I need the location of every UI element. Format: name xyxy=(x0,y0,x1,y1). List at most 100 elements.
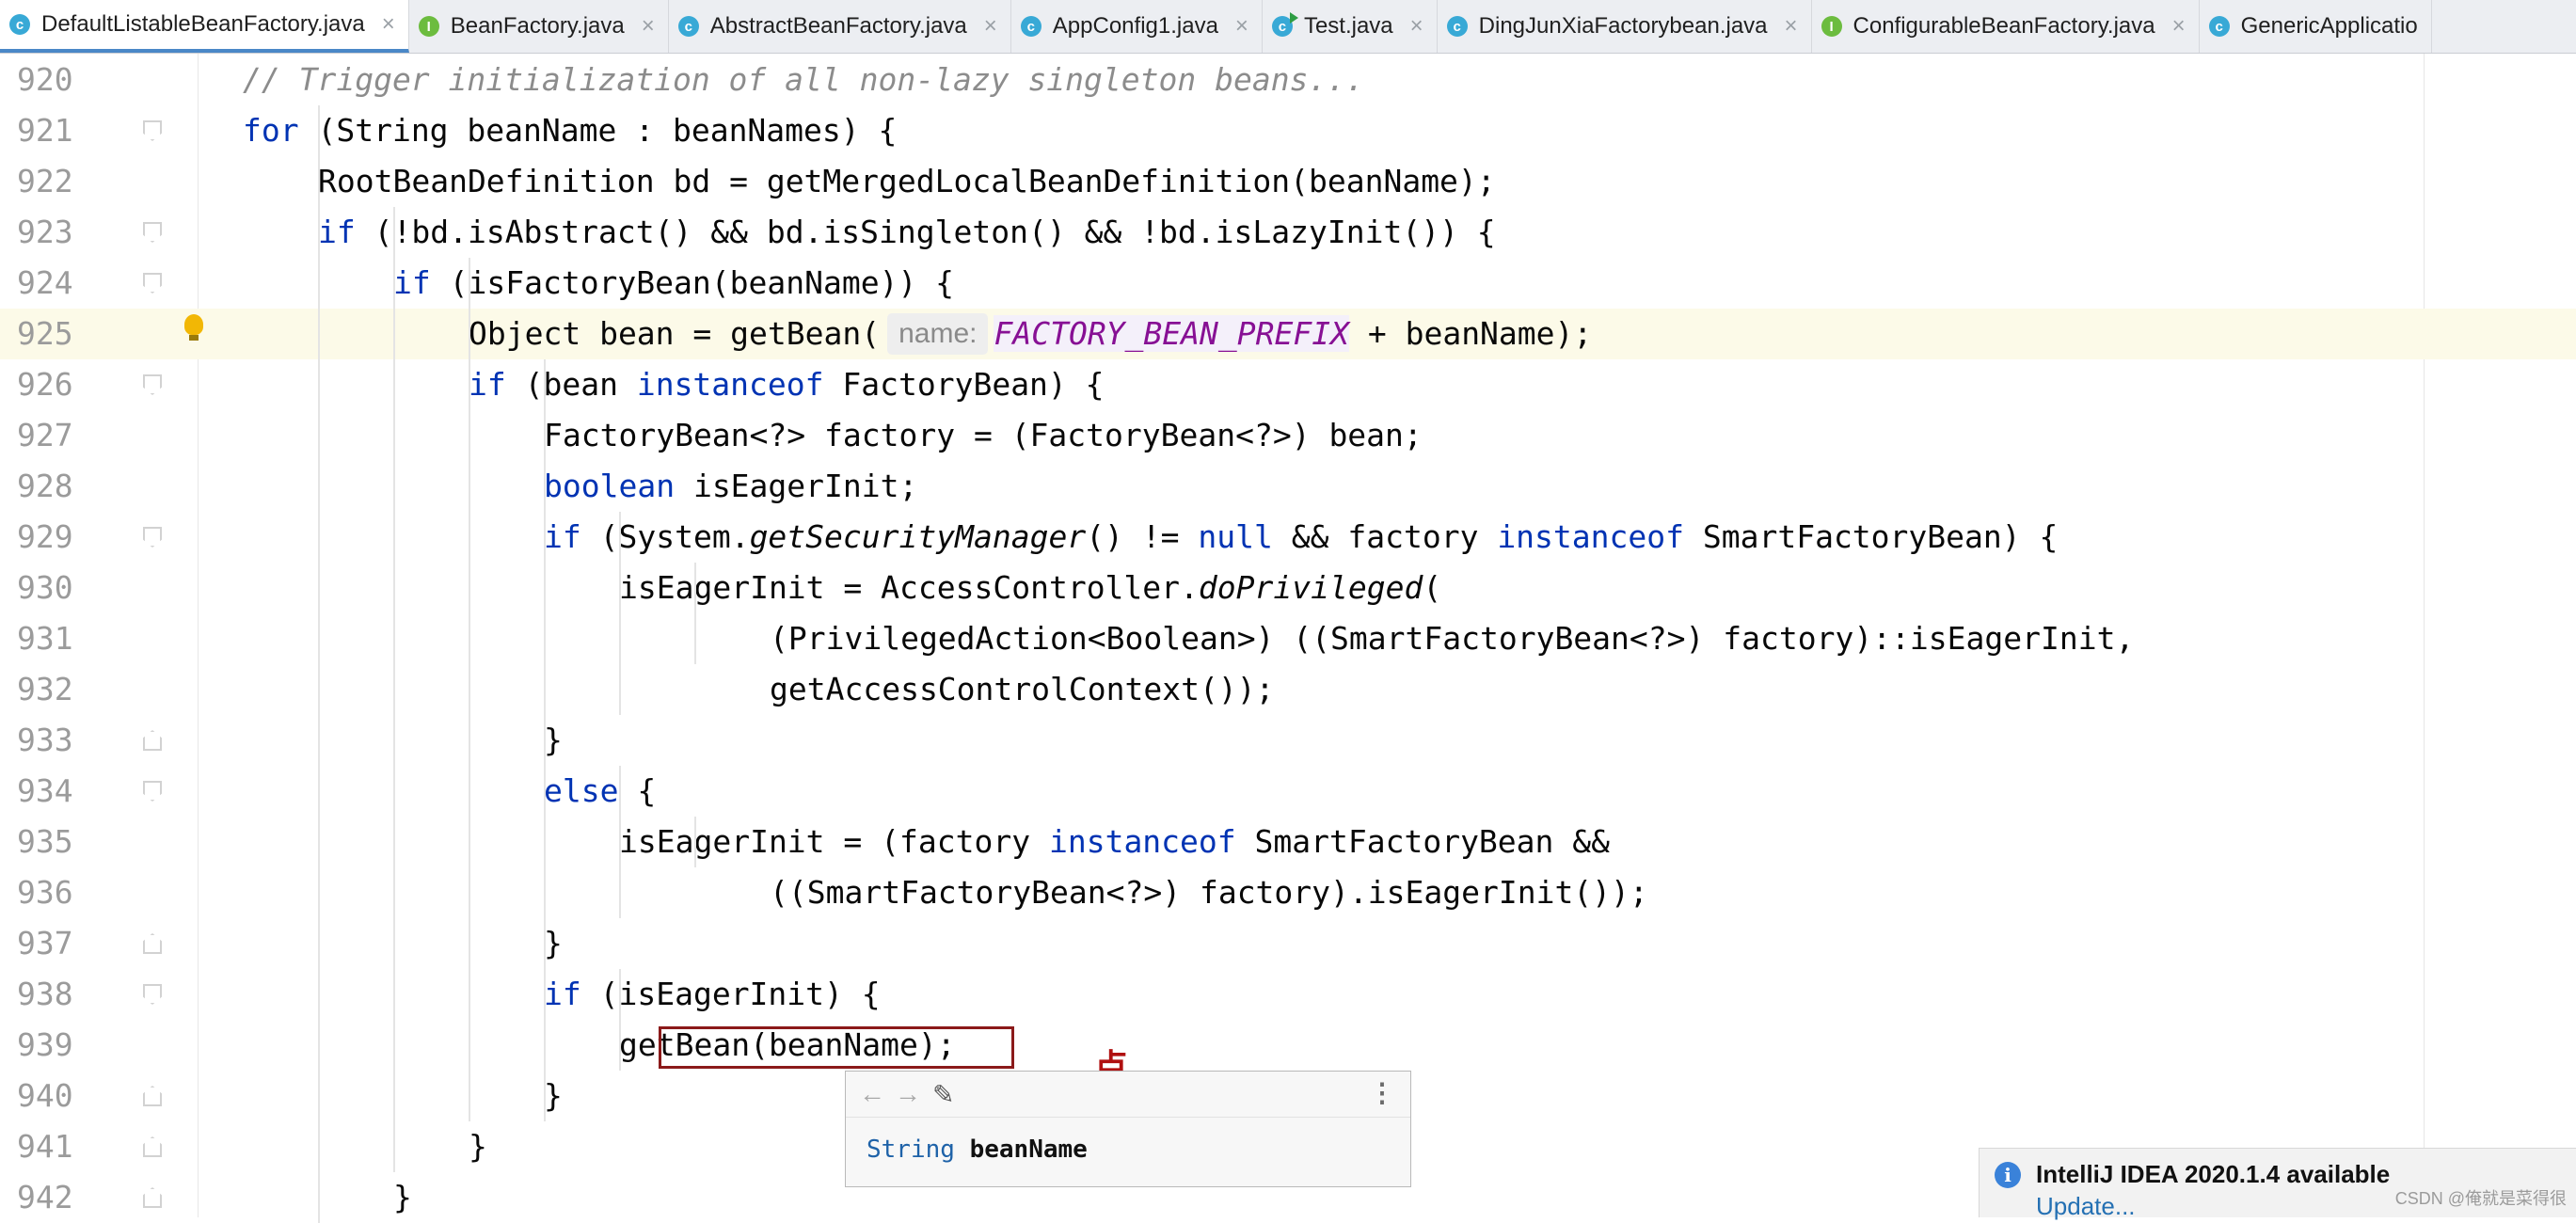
code-line[interactable]: 939 getBean(beanName); xyxy=(0,1020,2576,1071)
annotation-highlight-box xyxy=(659,1026,1014,1069)
code-line[interactable]: 932 getAccessControlContext()); xyxy=(0,664,2576,715)
tab-configurablebeanfactory-java[interactable]: ConfigurableBeanFactory.java × xyxy=(1812,0,2200,53)
fold-collapse-icon[interactable] xyxy=(143,781,162,802)
fold-collapse-icon[interactable] xyxy=(143,984,162,1005)
close-tab-icon[interactable]: × xyxy=(1235,13,1248,40)
tab-defaultlistablebeanfactory-java[interactable]: DefaultListableBeanFactory.java × xyxy=(0,0,409,53)
code-line[interactable]: 929 if (System.getSecurityManager() != nu… xyxy=(0,512,2576,563)
line-number: 941 xyxy=(17,1128,73,1165)
code-text: for (String beanName : beanNames) { xyxy=(243,105,897,156)
param-name: beanName xyxy=(969,1136,1088,1164)
indent-guide xyxy=(469,258,470,1121)
code-token: else xyxy=(544,772,619,809)
fold-collapse-icon[interactable] xyxy=(143,374,162,395)
code-token: (PrivilegedAction<Boolean>) ((SmartFacto… xyxy=(770,620,2135,657)
line-number: 927 xyxy=(17,417,73,453)
code-token: Object bean = getBean( xyxy=(469,315,881,352)
close-tab-icon[interactable]: × xyxy=(984,13,997,40)
code-text: } xyxy=(544,1071,563,1121)
close-tab-icon[interactable]: × xyxy=(642,13,655,40)
code-text: } xyxy=(544,715,563,766)
indent-guide xyxy=(318,105,320,1223)
code-token: isEagerInit = (factory xyxy=(619,823,1049,860)
fold-collapse-icon[interactable] xyxy=(143,222,162,243)
fold-collapse-icon[interactable] xyxy=(143,527,162,548)
code-line[interactable]: 937} xyxy=(0,918,2576,969)
tab-label: AppConfig1.java xyxy=(1052,13,1218,39)
code-token: } xyxy=(544,722,563,758)
code-text: ((SmartFactoryBean<?>) factory).isEagerI… xyxy=(770,867,1648,918)
code-line[interactable]: 926 if (bean instanceof FactoryBean) { xyxy=(0,359,2576,410)
line-number: 933 xyxy=(17,722,73,758)
back-arrow-icon[interactable]: ← xyxy=(859,1079,885,1109)
line-number: 923 xyxy=(17,214,73,250)
code-line[interactable]: 934 else { xyxy=(0,766,2576,817)
close-tab-icon[interactable]: × xyxy=(2172,13,2186,40)
indent-guide xyxy=(694,563,696,664)
line-number: 929 xyxy=(17,518,73,555)
tab-abstractbeanfactory-java[interactable]: AbstractBeanFactory.java × xyxy=(669,0,1011,53)
code-line[interactable]: 936 ((SmartFactoryBean<?>) factory).isEag… xyxy=(0,867,2576,918)
more-options-icon[interactable]: ⋮ xyxy=(1369,1077,1395,1108)
close-tab-icon[interactable]: × xyxy=(382,11,395,38)
code-line[interactable]: 938 if (isEagerInit) { xyxy=(0,969,2576,1020)
close-tab-icon[interactable]: × xyxy=(1785,13,1798,40)
code-line[interactable]: 931 (PrivilegedAction<Boolean>) ((SmartFa… xyxy=(0,613,2576,664)
code-text: FactoryBean<?> factory = (FactoryBean<?>… xyxy=(544,410,1423,461)
tab-beanfactory-java[interactable]: BeanFactory.java × xyxy=(409,0,669,53)
fold-end-icon[interactable] xyxy=(143,730,162,751)
code-line[interactable]: 923 if (!bd.isAbstract() && bd.isSingleto… xyxy=(0,207,2576,258)
code-text: getAccessControlContext()); xyxy=(770,664,1274,715)
tab-label: AbstractBeanFactory.java xyxy=(709,13,967,39)
code-token: () != xyxy=(1086,518,1199,555)
tab-label: DingJunXiaFactorybean.java xyxy=(1478,13,1768,39)
code-line[interactable]: 935 isEagerInit = (factory instanceof Sma… xyxy=(0,817,2576,867)
class-icon xyxy=(2208,16,2230,37)
fold-end-icon[interactable] xyxy=(143,933,162,954)
fold-end-icon[interactable] xyxy=(143,1187,162,1208)
code-text: boolean isEagerInit; xyxy=(544,461,917,512)
code-line[interactable]: 921 for (String beanName : beanNames) { xyxy=(0,105,2576,156)
edit-source-icon[interactable]: ✎ xyxy=(932,1079,954,1110)
code-text: if (!bd.isAbstract() && bd.isSingleton()… xyxy=(318,207,1496,258)
tab-test-java[interactable]: Test.java × xyxy=(1263,0,1438,53)
code-line[interactable]: 925 Object bean = getBean(name: FACTORY_BE… xyxy=(0,309,2576,359)
code-token: if xyxy=(393,264,431,301)
code-line[interactable]: 933} xyxy=(0,715,2576,766)
tab-label: Test.java xyxy=(1303,13,1393,39)
code-token: SmartFactoryBean && xyxy=(1235,823,1611,860)
code-token: (isEagerInit) { xyxy=(580,976,881,1012)
fold-end-icon[interactable] xyxy=(143,1136,162,1157)
code-line[interactable]: 920 // Trigger initialization of all non-… xyxy=(0,55,2576,105)
code-token: if xyxy=(544,976,581,1012)
code-line[interactable]: 924 if (isFactoryBean(beanName)) { xyxy=(0,258,2576,309)
tab-genericapplicatio[interactable]: GenericApplicatio xyxy=(2200,0,2432,53)
tab-dingjunxiafactorybean-java[interactable]: DingJunXiaFactorybean.java × xyxy=(1438,0,1812,53)
code-line[interactable]: 927 FactoryBean<?> factory = (FactoryBean… xyxy=(0,410,2576,461)
code-token: instanceof xyxy=(1497,518,1684,555)
code-line[interactable]: 928 boolean isEagerInit; xyxy=(0,461,2576,512)
tab-appconfig1-java[interactable]: AppConfig1.java × xyxy=(1011,0,1263,53)
line-number: 924 xyxy=(17,264,73,301)
code-token: FactoryBean<?> factory = (FactoryBean<?>… xyxy=(544,417,1423,453)
code-line[interactable]: 930 isEagerInit = AccessController.doPriv… xyxy=(0,563,2576,613)
line-number: 926 xyxy=(17,366,73,403)
close-tab-icon[interactable]: × xyxy=(1410,13,1423,40)
tab-label: GenericApplicatio xyxy=(2240,13,2418,39)
fold-collapse-icon[interactable] xyxy=(143,273,162,294)
fold-collapse-icon[interactable] xyxy=(143,120,162,141)
line-number: 925 xyxy=(17,315,73,352)
code-text: if (bean instanceof FactoryBean) { xyxy=(469,359,1105,410)
class-icon xyxy=(1446,16,1468,37)
line-number: 937 xyxy=(17,925,73,961)
forward-arrow-icon[interactable]: → xyxy=(895,1079,921,1109)
popup-signature: String beanName xyxy=(867,1136,1088,1164)
code-text: else { xyxy=(544,766,656,817)
code-token: instanceof xyxy=(1048,823,1236,860)
intention-bulb-icon[interactable] xyxy=(184,314,203,341)
code-line[interactable]: 922 RootBeanDefinition bd = getMergedLoca… xyxy=(0,156,2576,207)
fold-end-icon[interactable] xyxy=(143,1086,162,1106)
update-link[interactable]: Update... xyxy=(2036,1192,2136,1221)
code-text: // Trigger initialization of all non-laz… xyxy=(243,55,1364,105)
line-number: 942 xyxy=(17,1179,73,1215)
